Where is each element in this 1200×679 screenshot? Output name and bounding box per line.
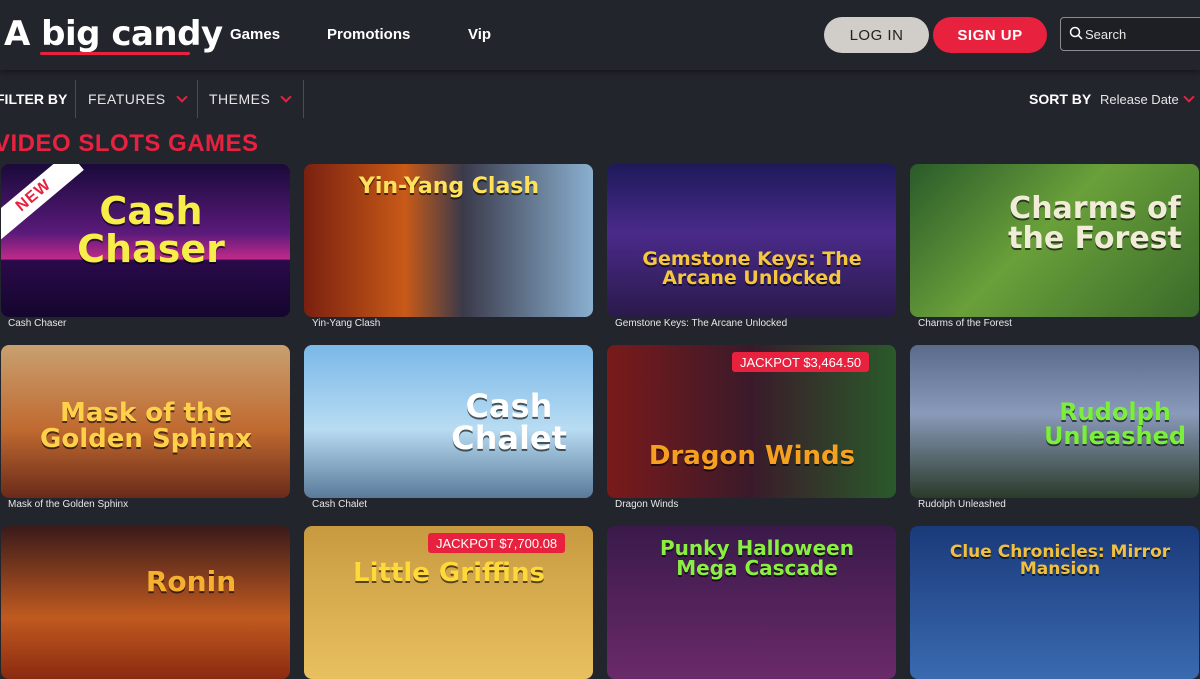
themes-label: THEMES (209, 91, 271, 107)
game-art-title: Cash Chalet (451, 387, 567, 457)
divider (75, 80, 76, 118)
signup-button[interactable]: SIGN UP (933, 17, 1047, 53)
game-tile[interactable]: Punky Halloween Mega Cascade (607, 526, 896, 679)
game-tile[interactable]: Ronin (1, 526, 290, 679)
game-name: Dragon Winds (615, 499, 679, 510)
chevron-down-icon (175, 91, 188, 103)
game-art-title: Mask of the Golden Sphinx (40, 398, 252, 454)
chevron-down-icon (1183, 91, 1195, 103)
game-name: Cash Chaser (8, 318, 67, 329)
top-navigation-bar: A big candy Games Promotions Vip LOG IN … (0, 0, 1200, 70)
section-title: VIDEO SLOTS GAMES (0, 130, 259, 157)
divider (303, 80, 304, 118)
game-tile[interactable]: Little Griffins JACKPOT $7,700.08 (304, 526, 593, 679)
login-button[interactable]: LOG IN (824, 17, 929, 53)
nav-vip[interactable]: Vip (468, 26, 491, 43)
game-art-title: Gemstone Keys: The Arcane Unlocked (642, 248, 862, 289)
search-box (1060, 17, 1200, 51)
sort-value: Release Date (1100, 92, 1179, 107)
filter-by-label: FILTER BY (0, 91, 68, 107)
sort-dropdown[interactable]: Release Date (1100, 91, 1195, 107)
game-name: Mask of the Golden Sphinx (8, 499, 129, 510)
game-thumbnail (607, 164, 896, 317)
game-tile[interactable]: Yin-Yang Clash (304, 164, 593, 317)
game-tile[interactable]: Rudolph Unleashed (910, 345, 1199, 498)
chevron-down-icon (280, 91, 293, 103)
filter-bar: FILTER BY FEATURES THEMES SORT BY Releas… (0, 80, 1200, 118)
game-art-title: Dragon Winds (648, 441, 856, 471)
site-logo[interactable]: A big candy (4, 14, 223, 54)
game-name: Gemstone Keys: The Arcane Unlocked (615, 318, 788, 329)
game-thumbnail (1, 526, 290, 679)
logo-underline (40, 52, 190, 55)
game-name: Cash Chalet (312, 499, 368, 510)
game-name: Charms of the Forest (918, 318, 1012, 329)
game-art-title: Rudolph Unleashed (1043, 398, 1187, 450)
game-art-title: Little Griffins (353, 558, 545, 588)
game-name: Rudolph Unleashed (918, 499, 1006, 510)
sort-by-label: SORT BY (1029, 91, 1092, 107)
divider (197, 80, 198, 118)
jackpot-badge: JACKPOT $3,464.50 (732, 352, 870, 372)
game-name: Yin-Yang Clash (312, 318, 381, 329)
game-tile[interactable]: Dragon Winds JACKPOT $3,464.50 (607, 345, 896, 498)
game-art-title: Charms of the Forest (1008, 191, 1182, 256)
game-tile[interactable]: Charms of the Forest (910, 164, 1199, 317)
game-art-title: Clue Chronicles: Mirror Mansion (949, 542, 1171, 579)
game-art-title: Punky Halloween Mega Cascade (660, 536, 854, 580)
game-tile[interactable]: Cash Chaser NEW (1, 164, 290, 317)
game-tile[interactable]: Clue Chronicles: Mirror Mansion (910, 526, 1199, 679)
features-dropdown[interactable]: FEATURES (88, 91, 188, 107)
game-art-title: Yin-Yang Clash (358, 174, 540, 199)
search-input[interactable] (1085, 24, 1195, 44)
themes-dropdown[interactable]: THEMES (209, 91, 293, 107)
game-tile[interactable]: Gemstone Keys: The Arcane Unlocked (607, 164, 896, 317)
game-art-title: Ronin (145, 565, 237, 598)
nav-games[interactable]: Games (230, 26, 280, 43)
game-tile[interactable]: Cash Chalet (304, 345, 593, 498)
jackpot-badge: JACKPOT $7,700.08 (428, 533, 566, 553)
features-label: FEATURES (88, 91, 166, 107)
game-tile[interactable]: Mask of the Golden Sphinx (1, 345, 290, 498)
nav-promotions[interactable]: Promotions (327, 26, 410, 43)
search-icon (1069, 26, 1083, 40)
game-art-title: Cash Chaser (77, 189, 225, 271)
